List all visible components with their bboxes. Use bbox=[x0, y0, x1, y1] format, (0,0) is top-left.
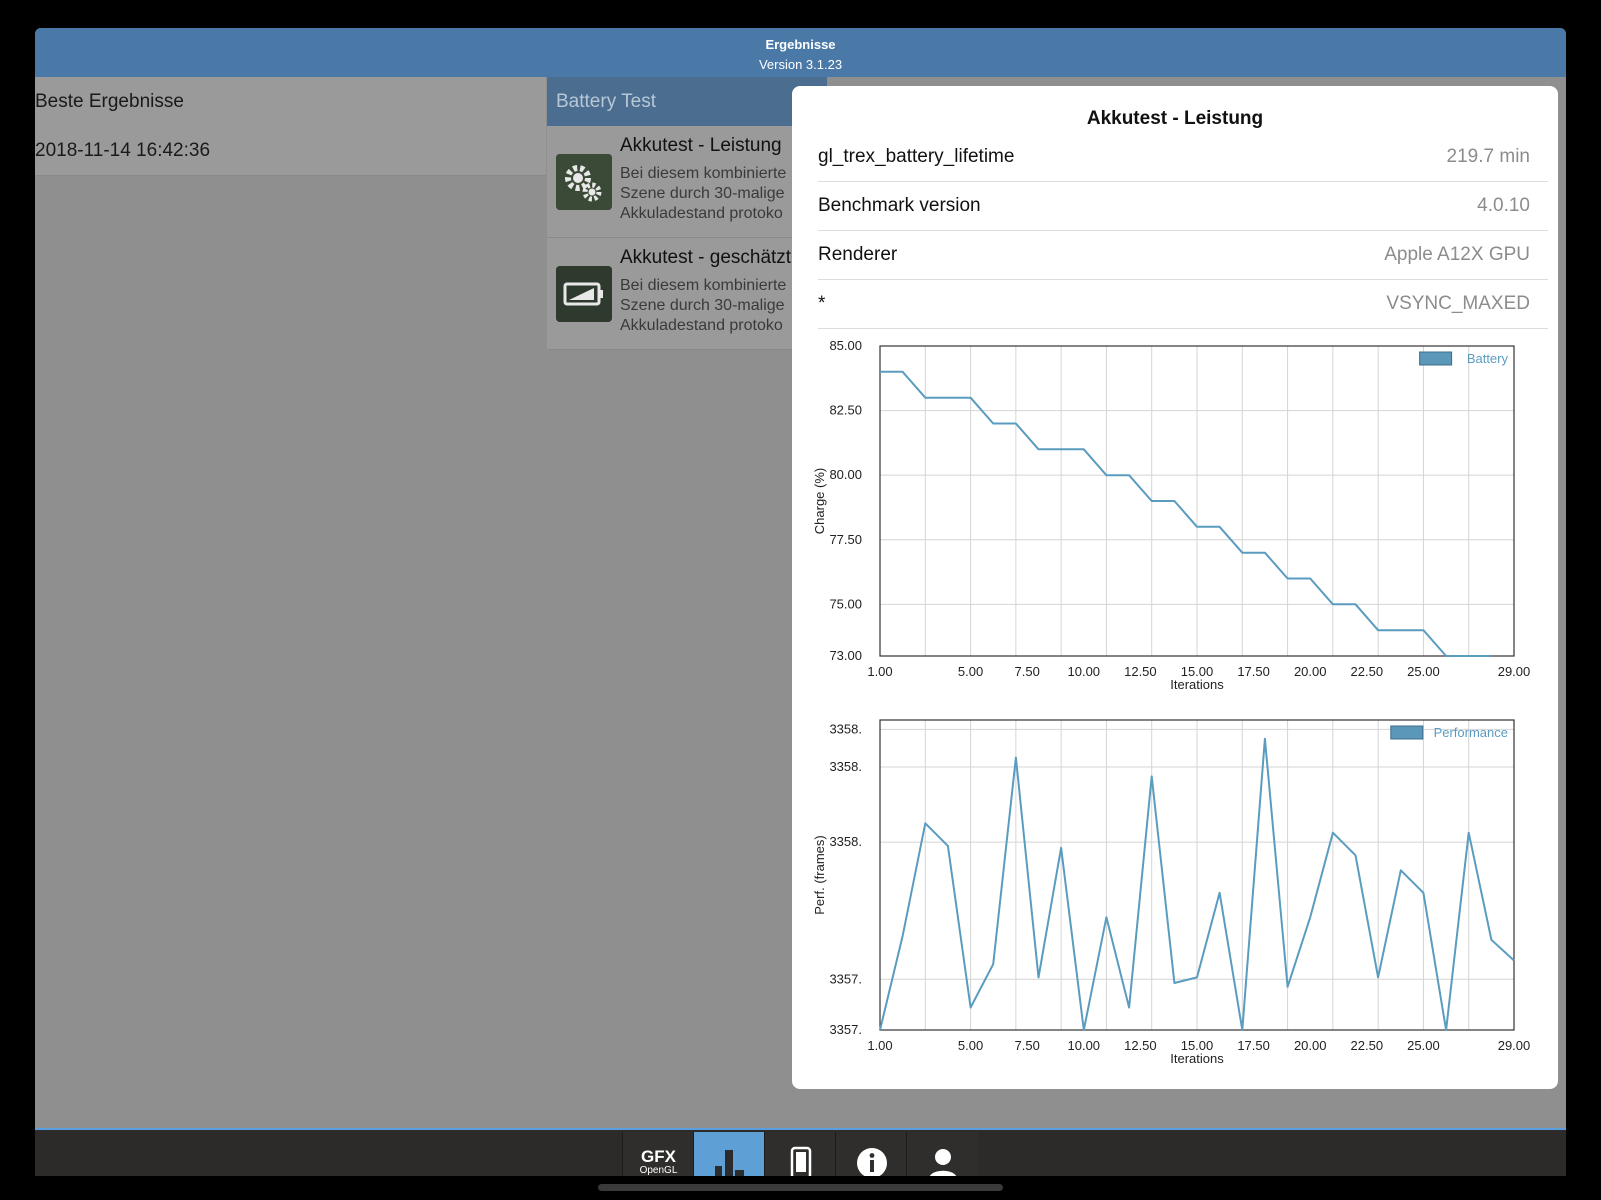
x-tick-label: 1.00 bbox=[867, 1038, 892, 1053]
test-item-performance[interactable]: Akkutest - Leistung Bei diesem kombinier… bbox=[547, 126, 827, 238]
test-item-title: Akkutest - geschätzt bbox=[620, 247, 792, 268]
detail-label: * bbox=[818, 293, 826, 314]
y-tick-label: 82.50 bbox=[829, 403, 862, 418]
y-tick-label: 80.00 bbox=[829, 467, 862, 482]
y-axis-label: Charge (%) bbox=[812, 468, 827, 534]
detail-label: Renderer bbox=[818, 244, 898, 265]
x-axis-label: Iterations bbox=[1170, 677, 1224, 692]
y-tick-label: 85.00 bbox=[829, 338, 862, 353]
y-tick-label: 75.00 bbox=[829, 596, 862, 611]
x-tick-label: 29.00 bbox=[1498, 1038, 1531, 1053]
tab-vergleichen[interactable]: Vergleichen bbox=[764, 1132, 836, 1176]
result-detail-popover: Akkutest - Leistung gl_trex_battery_life… bbox=[792, 86, 1558, 1089]
detail-title: Akkutest - Leistung bbox=[1086, 108, 1264, 129]
battery-chart: 85.00 82.50 80.00 77.50 75.00 73.00 1.00 5.00 7.… bbox=[792, 334, 1558, 704]
battery-test-panel: Battery Test Akkutest - Leistung Bei die… bbox=[547, 77, 827, 1130]
x-tick-label: 7.50 bbox=[1015, 1038, 1040, 1053]
detail-value: Apple A12X GPU bbox=[1384, 244, 1530, 265]
user-icon bbox=[926, 1146, 960, 1176]
x-tick-label: 1.00 bbox=[867, 664, 892, 679]
tab-bar: GFXOpenGLStartErgebnisseVergleichenInfoE… bbox=[35, 1128, 1566, 1176]
legend-label: Battery bbox=[1467, 351, 1509, 366]
x-tick-label: 10.00 bbox=[1068, 1038, 1101, 1053]
tab-start[interactable]: GFXOpenGLStart bbox=[622, 1132, 694, 1176]
home-indicator bbox=[598, 1184, 1003, 1191]
phone-icon bbox=[789, 1146, 813, 1176]
detail-value: VSYNC_MAXED bbox=[1386, 293, 1530, 314]
x-tick-label: 7.50 bbox=[1015, 664, 1040, 679]
x-tick-label: 25.00 bbox=[1407, 1038, 1440, 1053]
tab-einstellungen[interactable]: Einstellungen bbox=[906, 1132, 978, 1176]
detail-label: gl_trex_battery_lifetime bbox=[818, 146, 1015, 167]
top-bar: Ergebnisse Version 3.1.23 bbox=[35, 28, 1566, 77]
tab-ergebnisse[interactable]: Ergebnisse bbox=[693, 1132, 765, 1176]
legend-label: Performance bbox=[1434, 725, 1508, 740]
x-tick-label: 10.00 bbox=[1068, 664, 1101, 679]
series-line bbox=[880, 370, 1492, 657]
legend-swatch bbox=[1419, 351, 1453, 366]
x-tick-label: 17.50 bbox=[1237, 664, 1270, 679]
x-tick-label: 17.50 bbox=[1237, 1038, 1270, 1053]
x-tick-label: 22.50 bbox=[1351, 1038, 1384, 1053]
gears-icon bbox=[556, 154, 612, 210]
test-item-description: Bei diesem kombinierte Szene durch 30-ma… bbox=[620, 277, 787, 334]
performance-chart-svg: 3358. 3358. 3358. 3357. 3357. 1.00 5.00 7.50 10.… bbox=[812, 719, 1531, 1066]
detail-value: 4.0.10 bbox=[1477, 195, 1530, 216]
x-tick-label: 5.00 bbox=[958, 1038, 983, 1053]
y-tick-label: 3358. bbox=[829, 759, 862, 774]
page-title: Ergebnisse bbox=[765, 37, 836, 52]
x-tick-label: 5.00 bbox=[958, 664, 983, 679]
detail-row-flags: * VSYNC_MAXED bbox=[818, 279, 1548, 329]
x-tick-label: 12.50 bbox=[1124, 664, 1157, 679]
y-tick-label: 3358. bbox=[829, 721, 862, 736]
x-tick-label: 12.50 bbox=[1124, 1038, 1157, 1053]
info-icon bbox=[855, 1146, 889, 1176]
x-tick-label: 20.00 bbox=[1294, 1038, 1327, 1053]
detail-row-lifetime: gl_trex_battery_lifetime 219.7 min bbox=[818, 132, 1548, 182]
y-axis-label: Perf. (frames) bbox=[812, 835, 827, 914]
x-tick-label: 22.50 bbox=[1351, 664, 1384, 679]
x-axis-label: Iterations bbox=[1170, 1051, 1224, 1066]
detail-value: 219.7 min bbox=[1446, 146, 1530, 167]
best-results-panel: Beste Ergebnisse 2018-11-14 16:42:36 bbox=[35, 77, 546, 1130]
x-tick-label: 25.00 bbox=[1407, 664, 1440, 679]
battery-chart-svg: 85.00 82.50 80.00 77.50 75.00 73.00 1.00 5.00 7.… bbox=[812, 338, 1531, 692]
detail-row-renderer: Renderer Apple A12X GPU bbox=[818, 230, 1548, 280]
version-label: Version 3.1.23 bbox=[758, 57, 843, 72]
gfx-opengl-logo-icon: GFX OpenGL bbox=[639, 1147, 678, 1176]
legend-swatch bbox=[1390, 725, 1424, 740]
test-item-description: Bei diesem kombinierte Szene durch 30-ma… bbox=[620, 165, 787, 222]
y-tick-label: 3357. bbox=[829, 971, 862, 986]
battery-test-header: Battery Test bbox=[547, 77, 827, 126]
x-tick-label: 29.00 bbox=[1498, 664, 1531, 679]
detail-row-benchmark-version: Benchmark version 4.0.10 bbox=[818, 181, 1548, 231]
tab-info[interactable]: Info bbox=[835, 1132, 907, 1176]
battery-icon bbox=[556, 266, 612, 322]
detail-label: Benchmark version bbox=[818, 195, 981, 216]
y-tick-label: 77.50 bbox=[829, 532, 862, 547]
y-tick-label: 3358. bbox=[829, 834, 862, 849]
y-tick-label: 73.00 bbox=[829, 648, 862, 663]
bar-chart-icon bbox=[713, 1146, 747, 1176]
best-results-header: Beste Ergebnisse bbox=[35, 77, 546, 127]
performance-chart: 3358. 3358. 3358. 3357. 3357. 1.00 5.00 7.50 10.… bbox=[792, 708, 1558, 1078]
y-tick-label: 3357. bbox=[829, 1022, 862, 1037]
result-date-row[interactable]: 2018-11-14 16:42:36 bbox=[35, 126, 546, 176]
x-tick-label: 20.00 bbox=[1294, 664, 1327, 679]
test-item-title: Akkutest - Leistung bbox=[620, 135, 782, 156]
test-item-estimated[interactable]: Akkutest - geschätzt Bei diesem kombinie… bbox=[547, 238, 827, 350]
